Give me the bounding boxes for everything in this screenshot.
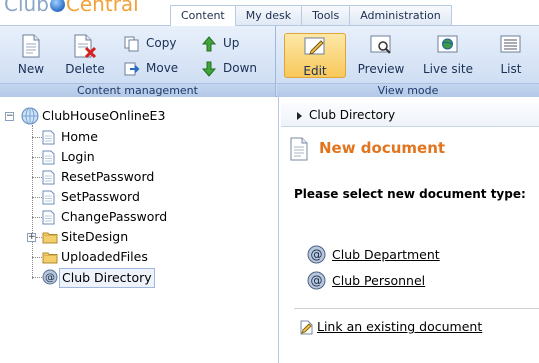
view-mode-group: Edit Preview Live site List View mode [277,26,539,97]
live-site-icon [436,34,460,59]
tab-tools[interactable]: Tools [301,5,351,26]
divider [294,308,539,309]
tree-connector [32,257,42,258]
page-icon [42,190,55,208]
select-type-prompt: Please select new document type: [294,187,526,201]
tree-connector [32,177,42,178]
new-button[interactable]: New [7,32,55,78]
list-icon [499,34,523,59]
tree-item-label: SiteDesign [61,229,129,244]
live-site-button[interactable]: Live site [418,32,478,78]
tree-connector [32,277,42,278]
tree-item-label: UploadedFiles [61,249,148,264]
doc-type-label: Club Personnel [332,273,426,288]
svg-text:@: @ [311,274,323,288]
svg-text:@: @ [311,248,323,262]
logo-text-club: Club [4,0,49,16]
page-title: New document [319,139,446,157]
ribbon-toolbar: New Delete Copy Move Up Down Content man… [0,25,539,97]
page-icon [42,210,55,228]
expand-site-design-button[interactable]: + [27,233,36,242]
down-label: Down [223,61,258,75]
edit-button[interactable]: Edit [284,33,346,78]
document-icon [289,137,309,164]
folder-icon [42,230,58,247]
link-existing-label: Link an existing document [317,319,483,334]
logo-text-central: Central [65,0,139,16]
move-icon [124,61,140,80]
app-logo: Club Central [4,0,139,16]
move-label: Move [146,61,179,75]
link-document-icon [299,320,314,338]
new-document-icon [21,34,41,61]
up-label: Up [223,36,240,50]
copy-icon [124,36,140,55]
doc-type-label: Club Department [332,247,440,262]
svg-text:@: @ [45,273,55,284]
delete-document-icon [73,34,97,61]
arrow-down-icon [201,61,217,80]
new-button-label: New [17,62,45,76]
list-button[interactable]: List [488,32,534,78]
tree-connector [32,197,42,198]
site-globe-icon [21,107,39,128]
tree-connector [32,157,42,158]
page-icon [42,130,55,148]
content-management-label: Content management [0,83,275,97]
copy-label: Copy [146,36,177,50]
tree-root-label: ClubHouseOnlineE3 [42,108,166,123]
breadcrumb-current[interactable]: Club Directory [309,103,395,127]
top-bar: Club Central Content My desk Tools Admini… [0,0,539,26]
page-icon [42,150,55,168]
content-tree: − ClubHouseOnlineE3 Home Login ResetPass… [0,97,279,363]
at-sign-icon: @ [307,245,326,267]
tree-item-label: SetPassword [61,189,140,204]
preview-icon [369,34,393,59]
preview-button[interactable]: Preview [354,32,408,78]
tree-item-label: ResetPassword [61,169,155,184]
tab-content[interactable]: Content [170,5,236,26]
breadcrumb: Club Directory [281,103,539,127]
edit-button-label: Edit [303,64,327,78]
delete-button[interactable]: Delete [61,32,109,78]
collapse-root-button[interactable]: − [5,112,14,121]
view-mode-label: View mode [277,83,539,97]
tab-administration[interactable]: Administration [349,5,452,26]
content-panel: Club Directory New document Please selec… [281,97,539,363]
delete-button-label: Delete [65,62,105,76]
list-button-label: List [500,62,522,76]
edit-icon [303,36,327,61]
breadcrumb-arrow-icon [297,112,302,120]
page-header: New document [289,137,539,163]
content-management-group: New Delete Copy Move Up Down Content man… [0,26,276,97]
tree-item-label: Home [61,129,98,144]
preview-button-label: Preview [357,62,405,76]
tree-item-label: ChangePassword [61,209,168,224]
page-icon [42,170,55,188]
tree-connector [32,217,42,218]
folder-icon [42,250,58,267]
main-tabs: Content My desk Tools Administration [170,5,452,26]
tree-connector [32,125,33,279]
at-sign-icon: @ [307,271,326,293]
globe-icon [49,0,65,12]
arrow-up-icon [201,36,217,55]
live-site-button-label: Live site [423,62,473,76]
tree-connector [32,137,42,138]
at-sign-icon: @ [42,269,58,288]
tree-item-label: Login [61,149,95,164]
tree-item-label: Club Directory [59,268,155,288]
tab-my-desk[interactable]: My desk [234,5,303,26]
